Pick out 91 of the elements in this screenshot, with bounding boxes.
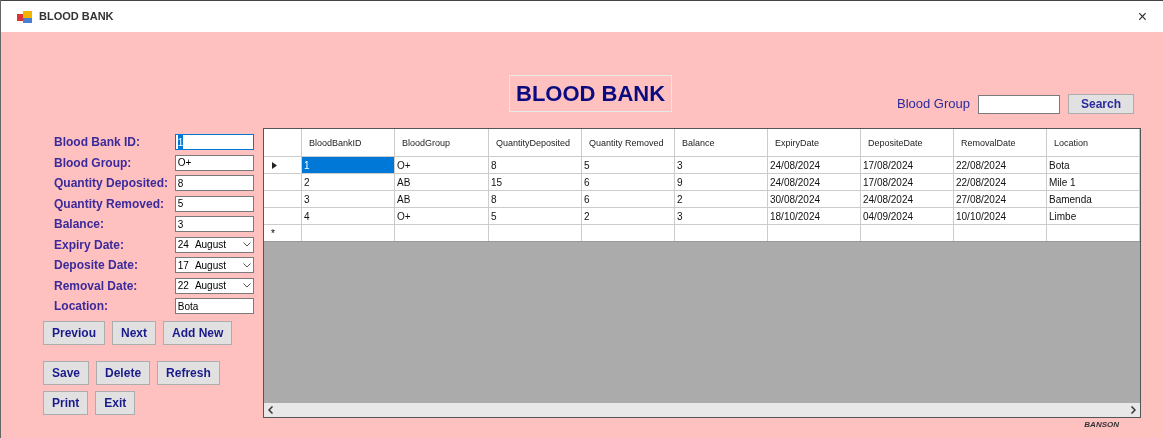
footer-text: BANSON bbox=[1084, 420, 1119, 429]
close-button[interactable]: × bbox=[1137, 4, 1147, 29]
table-row[interactable]: 2 AB 15 6 9 24/08/2024 17/08/2024 22/08/2024 Mile 1 bbox=[264, 174, 1140, 191]
scroll-right-icon[interactable] bbox=[1131, 406, 1136, 414]
table-cell: 24/08/2024 bbox=[768, 174, 861, 190]
chevron-down-icon bbox=[243, 283, 251, 289]
form-button[interactable]: Exit bbox=[95, 390, 136, 415]
column-header[interactable]: Quantity Removed bbox=[582, 129, 675, 156]
form-button[interactable]: Save bbox=[43, 360, 90, 385]
form-button[interactable]: Next bbox=[112, 320, 157, 345]
table-cell: 6 bbox=[582, 191, 675, 207]
field-label: Expiry Date: bbox=[54, 236, 126, 254]
column-header[interactable]: Balance bbox=[675, 129, 768, 156]
field-label: Balance: bbox=[54, 216, 106, 234]
table-cell: O+ bbox=[395, 157, 489, 173]
field-label: Blood Bank ID: bbox=[54, 134, 141, 152]
table-cell: Mile 1 bbox=[1047, 174, 1140, 190]
table-cell: 22/08/2024 bbox=[954, 157, 1047, 173]
table-row[interactable]: 1 O+ 8 5 3 24/08/2024 17/08/2024 22/08/2024 Bota bbox=[264, 157, 1140, 174]
table-cell: 17/08/2024 bbox=[861, 174, 954, 190]
table-cell: 3 bbox=[675, 157, 768, 173]
table-cell: 9 bbox=[675, 174, 768, 190]
date-picker[interactable]: 24 August bbox=[174, 236, 254, 253]
date-picker[interactable]: 22 August bbox=[174, 277, 254, 294]
table-cell: 24/08/2024 bbox=[768, 157, 861, 173]
table-cell: 6 bbox=[582, 174, 675, 190]
form-button[interactable]: Delete bbox=[96, 360, 151, 385]
table-cell: AB bbox=[395, 191, 489, 207]
table-cell: 24/08/2024 bbox=[861, 191, 954, 207]
table-cell: 1 bbox=[302, 157, 395, 173]
table-cell: 8 bbox=[489, 157, 582, 173]
column-header[interactable]: QuantityDeposited bbox=[489, 129, 582, 156]
table-cell: 27/08/2024 bbox=[954, 191, 1047, 207]
table-cell: 5 bbox=[489, 208, 582, 224]
table-cell: AB bbox=[395, 174, 489, 190]
column-header[interactable]: BloodGroup bbox=[395, 129, 489, 156]
field-label: Blood Group: bbox=[54, 154, 133, 172]
table-cell: 15 bbox=[489, 174, 582, 190]
form-button[interactable]: Previou bbox=[43, 320, 105, 345]
scroll-left-icon[interactable] bbox=[268, 406, 273, 414]
column-header[interactable]: BloodBankID bbox=[302, 129, 395, 156]
search-field[interactable] bbox=[978, 94, 1060, 114]
column-header[interactable]: Location bbox=[1047, 129, 1140, 156]
table-cell: 04/09/2024 bbox=[861, 208, 954, 224]
field-label: Quantity Removed: bbox=[54, 195, 165, 213]
table-cell: 3 bbox=[302, 191, 395, 207]
table-row[interactable]: 3 AB 8 6 2 30/08/2024 24/08/2024 27/08/2024 Bamenda bbox=[264, 191, 1140, 208]
app-icon bbox=[17, 9, 33, 24]
column-header[interactable]: RemovalDate bbox=[954, 129, 1047, 156]
table-cell: 4 bbox=[302, 208, 395, 224]
table-cell: 2 bbox=[302, 174, 395, 190]
search-button[interactable]: Search bbox=[1068, 94, 1134, 114]
date-picker[interactable]: 17 August bbox=[174, 257, 254, 274]
table-cell: 17/08/2024 bbox=[861, 157, 954, 173]
table-cell: 2 bbox=[582, 208, 675, 224]
form-button[interactable]: Print bbox=[43, 390, 89, 415]
table-cell: 2 bbox=[675, 191, 768, 207]
table-cell: 18/10/2024 bbox=[768, 208, 861, 224]
window-title: BLOOD BANK bbox=[39, 9, 114, 25]
input-field[interactable]: 8 bbox=[174, 175, 254, 192]
table-cell: Bamenda bbox=[1047, 191, 1140, 207]
chevron-down-icon bbox=[243, 242, 251, 248]
new-row-marker: * bbox=[271, 226, 275, 241]
table-cell: 22/08/2024 bbox=[954, 174, 1047, 190]
table-cell: 10/10/2024 bbox=[954, 208, 1047, 224]
column-header[interactable]: ExpiryDate bbox=[768, 129, 861, 156]
input-field[interactable]: 1 bbox=[174, 134, 254, 151]
table-cell: 5 bbox=[582, 157, 675, 173]
table-cell: O+ bbox=[395, 208, 489, 224]
input-field[interactable]: 5 bbox=[174, 195, 254, 212]
table-cell: 30/08/2024 bbox=[768, 191, 861, 207]
table-row[interactable]: 4 O+ 5 2 3 18/10/2024 04/09/2024 10/10/2024 Limbe bbox=[264, 208, 1140, 225]
form-heading: BLOOD BANK bbox=[516, 81, 666, 106]
field-label: Location: bbox=[54, 298, 109, 316]
row-pointer-icon bbox=[272, 161, 277, 169]
table-cell: Limbe bbox=[1047, 208, 1140, 224]
field-label: Quantity Deposited: bbox=[54, 175, 169, 193]
horizontal-scrollbar[interactable] bbox=[264, 403, 1140, 417]
table-cell: 8 bbox=[489, 191, 582, 207]
search-label: Blood Group bbox=[897, 95, 970, 114]
input-field[interactable]: 3 bbox=[174, 216, 254, 233]
column-header[interactable]: DepositeDate bbox=[861, 129, 954, 156]
chevron-down-icon bbox=[243, 262, 251, 268]
input-field[interactable]: O+ bbox=[174, 154, 254, 171]
form-button[interactable]: Refresh bbox=[157, 360, 220, 385]
field-label: Removal Date: bbox=[54, 277, 139, 295]
table-cell: Bota bbox=[1047, 157, 1140, 173]
table-cell: 3 bbox=[675, 208, 768, 224]
input-field[interactable]: Bota bbox=[174, 298, 254, 315]
field-label: Deposite Date: bbox=[54, 257, 140, 275]
form-button[interactable]: Add New bbox=[163, 320, 233, 345]
